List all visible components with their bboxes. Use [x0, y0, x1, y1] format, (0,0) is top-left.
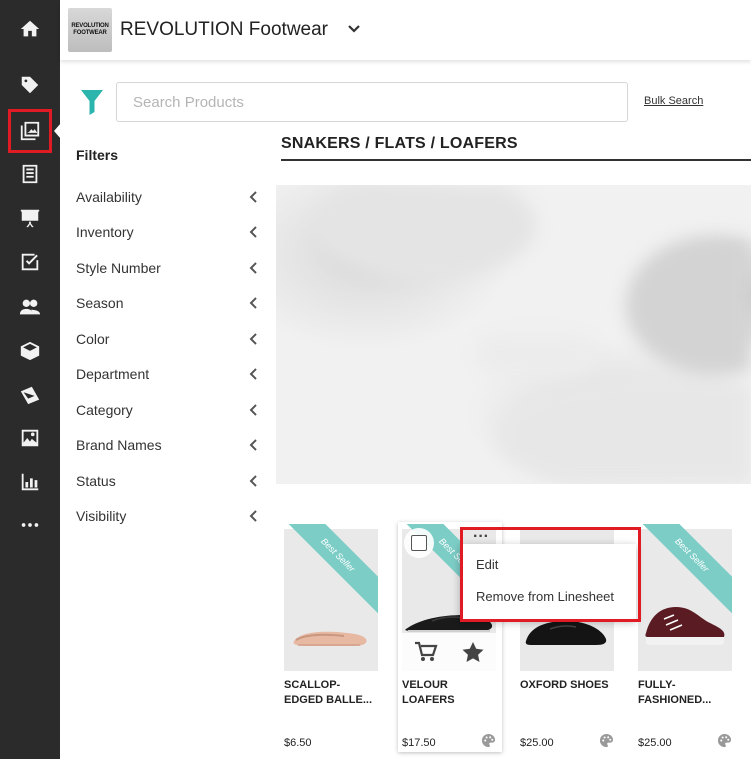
section-title: SNAKERS / FLATS / LOAFERS	[281, 135, 518, 152]
product-name-line-1: OXFORD SHOES	[520, 679, 609, 691]
product-name[interactable]: FULLY- FASHIONED...	[638, 678, 738, 708]
linesheet-banner-image	[276, 185, 751, 484]
filter-label: Category	[76, 402, 133, 418]
filter-label: Department	[76, 366, 150, 382]
brand-switcher-title[interactable]: REVOLUTION Footwear	[120, 19, 328, 41]
chevron-left-icon	[249, 404, 257, 416]
chevron-left-icon	[249, 262, 257, 274]
filter-label: Status	[76, 473, 116, 489]
section-divider	[281, 159, 751, 161]
logo-line-2: FOOTWEAR	[73, 30, 107, 36]
checklist-icon	[21, 253, 39, 271]
users-icon	[19, 299, 41, 315]
more-icon	[21, 523, 39, 527]
filter-label: Season	[76, 295, 124, 311]
palette-icon[interactable]	[599, 733, 614, 748]
product-name[interactable]: SCALLOP- EDGED BALLE...	[284, 678, 384, 708]
product-name[interactable]: VELOUR LOAFERS	[402, 678, 502, 708]
active-nav-caret	[54, 123, 61, 139]
nav-home[interactable]	[0, 11, 60, 47]
bulk-search-link[interactable]: Bulk Search	[644, 95, 703, 107]
top-bar: REVOLUTION FOOTWEAR REVOLUTION Footwear	[60, 0, 751, 60]
images-icon	[21, 429, 39, 447]
palette-icon[interactable]	[481, 733, 496, 748]
nav-reports[interactable]	[0, 464, 60, 500]
chevron-left-icon	[249, 297, 257, 309]
chevron-down-icon[interactable]	[347, 22, 361, 36]
chevron-left-icon	[249, 191, 257, 203]
filter-label: Color	[76, 331, 110, 347]
filter-label: Availability	[76, 189, 142, 205]
filter-availability[interactable]: Availability	[76, 187, 258, 207]
product-price: $25.00	[638, 737, 672, 749]
select-checkbox[interactable]	[404, 528, 434, 558]
ribbon-label: Best Seller	[284, 524, 378, 614]
card-action-bar	[402, 633, 496, 671]
filter-style-number[interactable]: Style Number	[76, 258, 258, 278]
nav-presentations[interactable]	[0, 200, 60, 236]
presentation-icon	[20, 209, 40, 228]
checkbox-box	[411, 535, 427, 551]
filter-label: Inventory	[76, 224, 134, 240]
product-name-line-2: LOAFERS	[402, 694, 455, 706]
filter-color[interactable]: Color	[76, 329, 258, 349]
active-nav-highlight	[8, 109, 52, 153]
filter-icon[interactable]	[80, 89, 104, 115]
nav-customers[interactable]	[0, 289, 60, 325]
chevron-left-icon	[249, 510, 257, 522]
chevron-left-icon	[249, 368, 257, 380]
palette-icon[interactable]	[717, 733, 732, 748]
product-card[interactable]: Best Seller FULLY- FASHIONED... $25.00	[634, 522, 738, 752]
filter-status[interactable]: Status	[76, 471, 258, 491]
filter-season[interactable]: Season	[76, 293, 258, 313]
best-seller-ribbon: Best Seller	[284, 524, 378, 618]
best-seller-ribbon: Best Seller	[638, 524, 732, 618]
product-name-line-1: FULLY-	[638, 679, 676, 691]
product-card[interactable]: Best Seller SCALLOP- EDGED BALLE... $6.50	[280, 522, 384, 752]
filter-brand-names[interactable]: Brand Names	[76, 435, 258, 455]
filter-label: Style Number	[76, 260, 161, 276]
product-name[interactable]: OXFORD SHOES	[520, 678, 620, 693]
nav-media[interactable]	[0, 420, 60, 456]
chevron-left-icon	[249, 333, 257, 345]
star-icon[interactable]	[461, 641, 485, 663]
ribbon-label: Best Seller	[638, 524, 732, 614]
logo-line-1: REVOLUTION	[71, 23, 109, 29]
filter-category[interactable]: Category	[76, 400, 258, 420]
product-name-line-1: VELOUR	[402, 679, 448, 691]
product-name-line-1: SCALLOP-	[284, 679, 341, 691]
nav-orders[interactable]	[0, 244, 60, 280]
nav-messages[interactable]	[0, 377, 60, 413]
chevron-left-icon	[249, 475, 257, 487]
product-price: $25.00	[520, 737, 554, 749]
chevron-left-icon	[249, 439, 257, 451]
nav-more[interactable]	[0, 507, 60, 543]
box-icon	[20, 341, 40, 361]
product-price: $17.50	[402, 737, 436, 749]
home-icon	[20, 20, 40, 37]
nav-inventory[interactable]	[0, 333, 60, 369]
filter-label: Visibility	[76, 508, 127, 524]
bar-chart-icon	[21, 473, 39, 491]
filter-visibility[interactable]: Visibility	[76, 506, 258, 526]
banner-shoe-silhouette	[316, 185, 751, 484]
filter-department[interactable]: Department	[76, 364, 258, 384]
filter-inventory[interactable]: Inventory	[76, 222, 258, 242]
chevron-left-icon	[249, 226, 257, 238]
cart-icon[interactable]	[414, 641, 438, 663]
filters-heading: Filters	[76, 147, 119, 163]
tag-icon	[21, 76, 39, 94]
filter-label: Brand Names	[76, 437, 162, 453]
envelope-icon	[20, 386, 40, 405]
catalog-icon	[22, 164, 38, 184]
product-price: $6.50	[284, 737, 312, 749]
product-name-line-2: EDGED BALLE...	[284, 694, 373, 706]
nav-catalog[interactable]	[0, 156, 60, 192]
brand-logo: REVOLUTION FOOTWEAR	[68, 8, 112, 52]
context-menu-highlight	[460, 527, 641, 622]
product-name-line-2: FASHIONED...	[638, 694, 712, 706]
search-input[interactable]	[116, 82, 628, 122]
nav-products[interactable]	[0, 67, 60, 103]
